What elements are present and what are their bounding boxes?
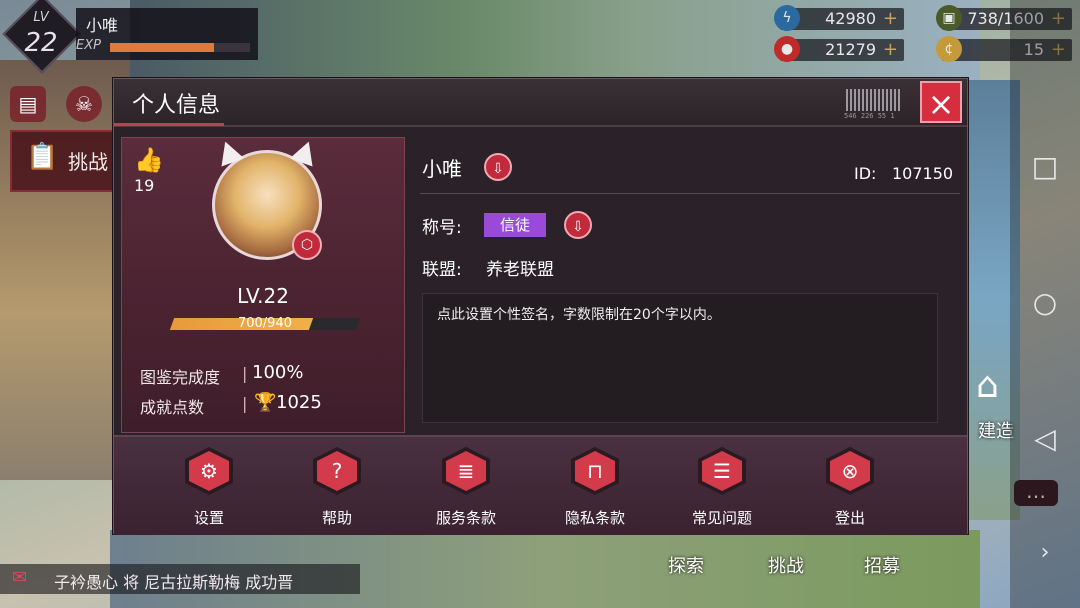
player-level-badge[interactable]: LV 22: [2, 0, 82, 76]
level-label: LV: [33, 10, 49, 25]
faq-label: 常见问题: [691, 509, 752, 527]
privacy-button[interactable]: ⊓ 隐私条款: [545, 441, 645, 531]
dialog-footer: ⚙ 设置 ? 帮助 ≣ 服务条款 ⊓ 隐私条款 ☰ 常见问题 ⊗ 登出: [114, 435, 967, 535]
dialog-header: 个人信息 546 226 55 1 ×: [114, 79, 967, 127]
title-badge: 信徒: [484, 213, 546, 237]
id-value: 107150: [892, 164, 954, 183]
skull-icon[interactable]: ☠: [66, 86, 102, 122]
stat-label-achievement: 成就点数: [140, 398, 205, 417]
trophy-icon: 🏆: [254, 392, 277, 413]
explore-button[interactable]: 探索: [668, 552, 704, 578]
card-icon[interactable]: ▤: [10, 86, 46, 122]
settings-button[interactable]: ⚙ 设置: [159, 441, 259, 531]
house-icon: ⌂: [976, 365, 999, 406]
background-scene-left: [0, 60, 130, 480]
dialog-title: 个人信息: [132, 93, 221, 118]
resource-energy[interactable]: ϟ 42980 +: [774, 5, 904, 31]
title-label: 称号:: [422, 218, 462, 238]
chat-icon: ✉: [12, 567, 28, 588]
thumbs-up-icon[interactable]: 👍: [134, 146, 164, 174]
guild-label: 联盟:: [422, 260, 462, 280]
card-level: LV.22: [237, 284, 289, 308]
settings-label: 设置: [193, 509, 224, 527]
signature-placeholder: 点此设置个性签名，字数限制在20个字以内。: [437, 307, 721, 323]
coin-icon: ¢: [936, 36, 962, 62]
stat-label-collection: 图鉴完成度: [140, 368, 221, 387]
ruby-icon: ●: [774, 36, 800, 62]
logout-button[interactable]: ⊗ 登出: [800, 441, 900, 531]
faq-button[interactable]: ☰ 常见问题: [672, 441, 772, 531]
privacy-label: 隐私条款: [564, 509, 625, 527]
header-accent-line: [114, 123, 224, 126]
signature-input[interactable]: 点此设置个性签名，字数限制在20个字以内。: [422, 293, 938, 423]
card-exp-text: 700/940: [237, 316, 292, 331]
cat-ear-left: [213, 137, 245, 167]
like-count: 19: [134, 176, 155, 195]
build-label: 建造: [978, 421, 1014, 442]
info-divider: [420, 193, 960, 194]
player-name: 小唯: [86, 16, 119, 35]
barcode-text: 546 226 55 1: [844, 112, 895, 120]
challenge-side-button[interactable]: 📋 挑战: [10, 130, 124, 192]
back-icon[interactable]: ◁: [1031, 422, 1059, 455]
profile-card: 👍 19 ⬡ LV.22 700/940 图鉴完成度 | 100% 成就点数 |…: [121, 137, 405, 433]
barcode-decoration: [846, 89, 902, 111]
guild-name: 养老联盟: [486, 260, 554, 280]
help-label: 帮助: [321, 509, 352, 527]
resource-ruby[interactable]: ● 21279 +: [774, 36, 904, 62]
ticker-text: 子衿愚心 将 尼古拉斯勒梅 成功晋: [54, 573, 294, 592]
terms-button[interactable]: ≣ 服务条款: [416, 441, 516, 531]
stamina-icon: ▣: [936, 5, 962, 31]
help-button[interactable]: ? 帮助: [287, 441, 387, 531]
recent-apps-icon[interactable]: □: [1031, 150, 1059, 183]
clipboard-icon: 📋: [26, 142, 59, 172]
challenge-button[interactable]: 挑战: [768, 552, 804, 578]
nickname: 小唯: [422, 157, 462, 181]
stat-value-achievement: 1025: [276, 392, 322, 413]
exp-label: EXP: [76, 38, 101, 53]
stat-separator: |: [242, 394, 248, 413]
recruit-button[interactable]: 招募: [864, 552, 900, 578]
change-title-icon[interactable]: ⇩: [564, 211, 592, 239]
resource-value: 42980: [825, 9, 876, 28]
add-energy-button[interactable]: +: [883, 8, 898, 29]
level-number: 22: [24, 28, 58, 58]
logout-label: 登出: [834, 509, 865, 527]
stat-value-collection: 100%: [252, 362, 304, 383]
home-icon[interactable]: ○: [1031, 286, 1059, 319]
stat-separator: |: [242, 364, 248, 383]
exp-bar: [110, 43, 250, 52]
announcement-ticker[interactable]: ✉ 子衿愚心 将 尼古拉斯勒梅 成功晋: [0, 564, 360, 594]
challenge-side-label: 挑战: [68, 150, 108, 174]
exp-bar-fill: [110, 43, 214, 52]
chevron-right-icon[interactable]: ›: [1031, 540, 1059, 565]
close-button[interactable]: ×: [920, 81, 962, 123]
player-info-bar[interactable]: 小唯 EXP: [76, 8, 258, 60]
cat-ear-right: [289, 137, 321, 167]
id-label: ID:: [854, 164, 877, 183]
edit-nickname-icon[interactable]: ⇩: [484, 153, 512, 181]
profile-dialog: 个人信息 546 226 55 1 × 👍 19 ⬡ LV.22 700/940…: [113, 78, 968, 535]
add-ruby-button[interactable]: +: [883, 39, 898, 60]
energy-icon: ϟ: [774, 5, 800, 31]
terms-label: 服务条款: [435, 509, 496, 527]
rank-badge-icon: ⬡: [292, 230, 322, 260]
resource-value: 21279: [825, 40, 876, 59]
